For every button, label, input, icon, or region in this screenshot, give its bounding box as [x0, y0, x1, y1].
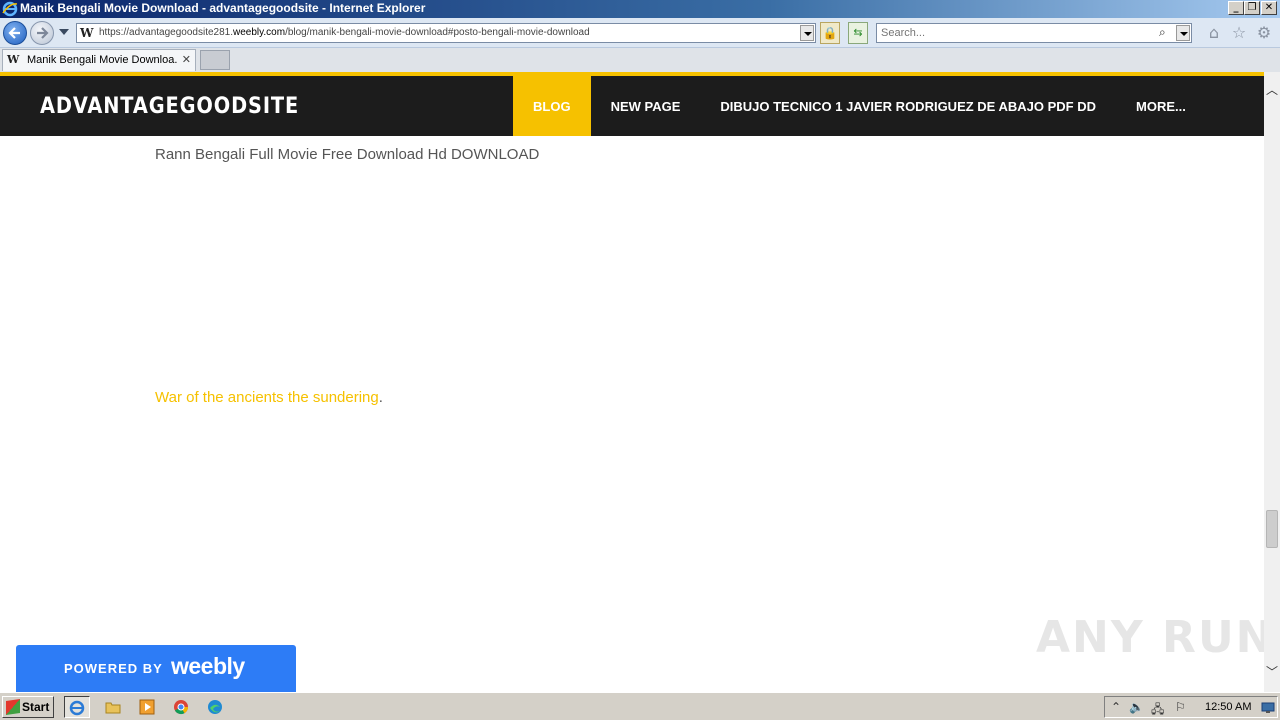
site-header: ADVANTAGEGOODSITE BLOG NEW PAGE DIBUJO T… [0, 72, 1264, 136]
page-content: Rann Bengali Full Movie Free Download Hd… [0, 136, 1273, 692]
show-hidden-icons-icon[interactable]: ⌃ [1111, 700, 1121, 714]
close-window-button[interactable]: ✕ [1261, 1, 1277, 15]
post-text: Rann Bengali Full Movie Free Download Hd… [155, 146, 540, 163]
show-desktop-icon[interactable] [1261, 702, 1275, 714]
windows-logo-icon [6, 699, 20, 715]
action-center-flag-icon[interactable]: ⚐ [1175, 700, 1186, 714]
url-text[interactable]: https://advantagegoodsite281.weebly.com/… [99, 27, 590, 38]
powered-by-weebly-badge[interactable]: POWERED BY weebly [16, 645, 296, 692]
recent-pages-dropdown-icon[interactable] [59, 29, 69, 35]
watermark-text: ANY RUN [1036, 612, 1275, 663]
settings-gear-icon[interactable]: ⚙ [1255, 24, 1273, 42]
folder-icon [105, 702, 121, 714]
scroll-thumb[interactable] [1266, 510, 1278, 548]
link-suffix: . [378, 389, 383, 406]
search-input[interactable] [879, 25, 1149, 41]
window-title: Manik Bengali Movie Download - advantage… [20, 1, 426, 15]
volume-icon[interactable]: 🔈 [1129, 700, 1144, 714]
vertical-scrollbar[interactable]: ︿ ﹀ [1264, 72, 1280, 692]
security-lock-icon[interactable]: 🔒 [820, 22, 840, 44]
forward-button[interactable] [30, 21, 54, 45]
weebly-favicon-icon: W [7, 53, 20, 66]
site-logo[interactable]: ADVANTAGEGOODSITE [40, 94, 299, 119]
scroll-up-icon[interactable]: ︿ [1264, 82, 1280, 98]
chrome-icon [174, 700, 189, 715]
tab-manik-bengali[interactable]: W Manik Bengali Movie Downloa... ✕ [2, 49, 196, 71]
nav-item-blog[interactable]: BLOG [513, 76, 591, 136]
nav-item-new-page[interactable]: NEW PAGE [591, 76, 701, 136]
tab-label: Manik Bengali Movie Downloa... [27, 54, 177, 66]
edge-icon [208, 700, 222, 714]
forward-arrow-icon [37, 27, 49, 39]
internet-explorer-icon [69, 700, 85, 716]
taskbar-edge[interactable] [202, 696, 228, 718]
network-icon[interactable]: 🖧 [1151, 700, 1164, 721]
back-button[interactable] [3, 21, 27, 45]
internet-explorer-icon [2, 1, 18, 17]
clock[interactable]: 12:50 AM [1205, 701, 1251, 713]
window-title-bar: Manik Bengali Movie Download - advantage… [0, 0, 1280, 18]
weebly-favicon-icon: W [80, 26, 94, 40]
taskbar-media-player[interactable] [134, 696, 160, 718]
nav-item-dibujo-tecnico[interactable]: DIBUJO TECNICO 1 JAVIER RODRIGUEZ DE ABA… [700, 76, 1116, 136]
search-box[interactable]: ⌕ [876, 23, 1192, 43]
media-player-icon [139, 699, 155, 715]
favorites-star-icon[interactable]: ☆ [1230, 24, 1248, 42]
weebly-brand: weebly [171, 653, 245, 679]
taskbar-chrome[interactable] [168, 696, 194, 718]
nav-item-more[interactable]: MORE... [1116, 76, 1206, 136]
post-link-paragraph: War of the ancients the sundering. [155, 389, 383, 406]
post-link[interactable]: War of the ancients the sundering [155, 389, 379, 406]
home-icon[interactable]: ⌂ [1205, 24, 1223, 42]
new-tab-button[interactable] [200, 50, 230, 70]
site-nav: BLOG NEW PAGE DIBUJO TECNICO 1 JAVIER RO… [513, 76, 1206, 136]
maximize-button[interactable]: ❐ [1244, 1, 1260, 15]
close-tab-icon[interactable]: ✕ [182, 53, 191, 66]
navigation-toolbar: W https://advantagegoodsite281.weebly.co… [0, 18, 1280, 48]
taskbar-internet-explorer[interactable] [64, 696, 90, 718]
powered-by-label: POWERED BY [64, 661, 163, 676]
anyrun-watermark: ANY RUN [1036, 606, 1273, 670]
system-tray: ⌃ 🔈 🖧 ⚐ 12:50 AM [1104, 696, 1278, 718]
start-button[interactable]: Start [2, 696, 54, 718]
search-dropdown-button[interactable] [1176, 25, 1190, 41]
address-dropdown-button[interactable] [800, 25, 814, 41]
tab-strip: W Manik Bengali Movie Downloa... ✕ [0, 48, 1280, 72]
address-field[interactable]: W https://advantagegoodsite281.weebly.co… [76, 23, 816, 43]
compatibility-refresh-icon[interactable]: ⇆ [848, 22, 868, 44]
taskbar: Start ⌃ 🔈 🖧 ⚐ 12:50 AM [0, 692, 1280, 720]
search-icon[interactable]: ⌕ [1159, 25, 1173, 41]
minimize-button[interactable]: _ [1228, 1, 1244, 15]
scroll-down-icon[interactable]: ﹀ [1264, 664, 1280, 680]
taskbar-file-explorer[interactable] [100, 696, 126, 718]
back-arrow-icon [8, 27, 20, 39]
